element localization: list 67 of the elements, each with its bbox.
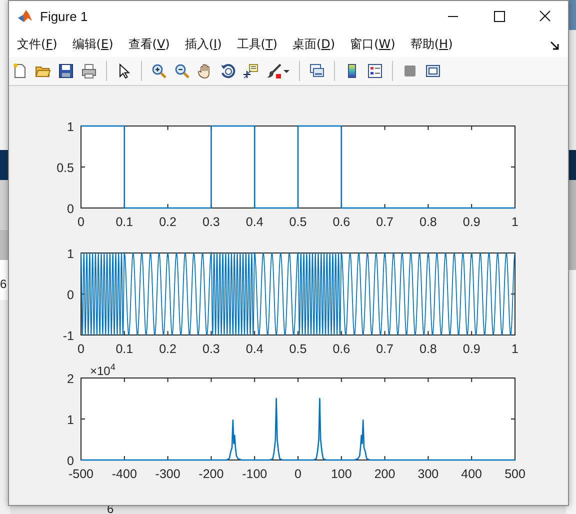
menu-item[interactable]: 窗口(W): [343, 33, 402, 55]
tick-label: 1: [67, 247, 74, 261]
tick-label: 0.7: [376, 342, 394, 356]
tick-label: 0.6: [332, 342, 350, 356]
tick-label: 100: [330, 467, 352, 481]
tick-label: 0: [67, 454, 74, 468]
tick-label: 0.7: [376, 215, 394, 229]
tick-label: -500: [68, 467, 94, 481]
tick-label: -200: [198, 467, 224, 481]
new-file-icon[interactable]: [12, 63, 28, 79]
frame-icon[interactable]: [425, 63, 441, 79]
menu-item[interactable]: 查看(V): [121, 33, 177, 55]
menu-item[interactable]: 工具(T): [230, 33, 284, 55]
app-logo-icon: [17, 8, 33, 24]
zoom-out-icon[interactable]: [174, 63, 190, 79]
tick-label: 0.2: [159, 342, 176, 356]
tick-label: 1: [67, 120, 74, 134]
tick-label: 0.8: [420, 215, 437, 229]
tick-label: 0: [67, 202, 74, 216]
menu-item[interactable]: 文件(F): [10, 33, 64, 55]
legend-icon[interactable]: [367, 63, 383, 79]
tick-label: 1: [67, 413, 74, 427]
menu-item[interactable]: 插入(I): [178, 33, 229, 55]
tick-label: 0.4: [246, 215, 264, 229]
tick-label: 0: [78, 215, 84, 229]
zoom-in-icon[interactable]: [151, 63, 167, 79]
linked-plot-icon[interactable]: [309, 63, 325, 79]
tick-label: 0.6: [332, 215, 350, 229]
rotate-icon[interactable]: [220, 63, 236, 79]
brush-icon[interactable]: [266, 63, 282, 79]
menu-item[interactable]: 编辑(E): [65, 33, 120, 55]
tick-label: 2: [67, 372, 74, 386]
save-icon[interactable]: [58, 63, 74, 79]
tick-label: 0: [67, 288, 74, 302]
tick-label: 0.5: [289, 342, 307, 356]
tick-label: -400: [112, 467, 137, 481]
tick-label: 0.9: [462, 215, 480, 229]
tick-label: 0: [78, 342, 84, 356]
data-cursor-icon[interactable]: [243, 63, 259, 79]
tick-label: 0.1: [116, 215, 134, 229]
tick-label: 0.3: [202, 342, 220, 356]
cell-text: 6: [0, 277, 7, 291]
tick-label: 500: [504, 467, 526, 481]
tick-label: 200: [374, 467, 396, 481]
print-icon[interactable]: [81, 63, 97, 79]
window-title: Figure 1: [40, 8, 89, 24]
square-icon[interactable]: [402, 63, 418, 79]
menu-item[interactable]: 帮助(H): [403, 33, 460, 55]
axis-exponent: ×10$^{4}$: [90, 361, 116, 378]
tick-label: 1: [512, 215, 518, 229]
tick-label: -300: [155, 467, 180, 481]
tick-label: -100: [242, 467, 268, 481]
menu-item[interactable]: 桌面(D): [285, 33, 342, 55]
tick-label: -1: [62, 329, 74, 343]
tick-label: 0.8: [420, 342, 437, 356]
tick-label: 0.5: [289, 215, 307, 229]
tick-label: 0.9: [462, 342, 480, 356]
tick-label: 0.1: [116, 342, 134, 356]
tick-label: 400: [461, 467, 482, 481]
tick-label: 0.4: [246, 342, 264, 356]
tick-label: 0: [294, 467, 302, 481]
tick-label: 1: [512, 342, 518, 356]
tick-label: 0.2: [159, 215, 176, 229]
tick-label: 0.3: [202, 215, 220, 229]
tick-label: 0.5: [56, 161, 74, 175]
tick-label: 300: [418, 467, 439, 481]
arrow-icon[interactable]: [550, 41, 560, 51]
